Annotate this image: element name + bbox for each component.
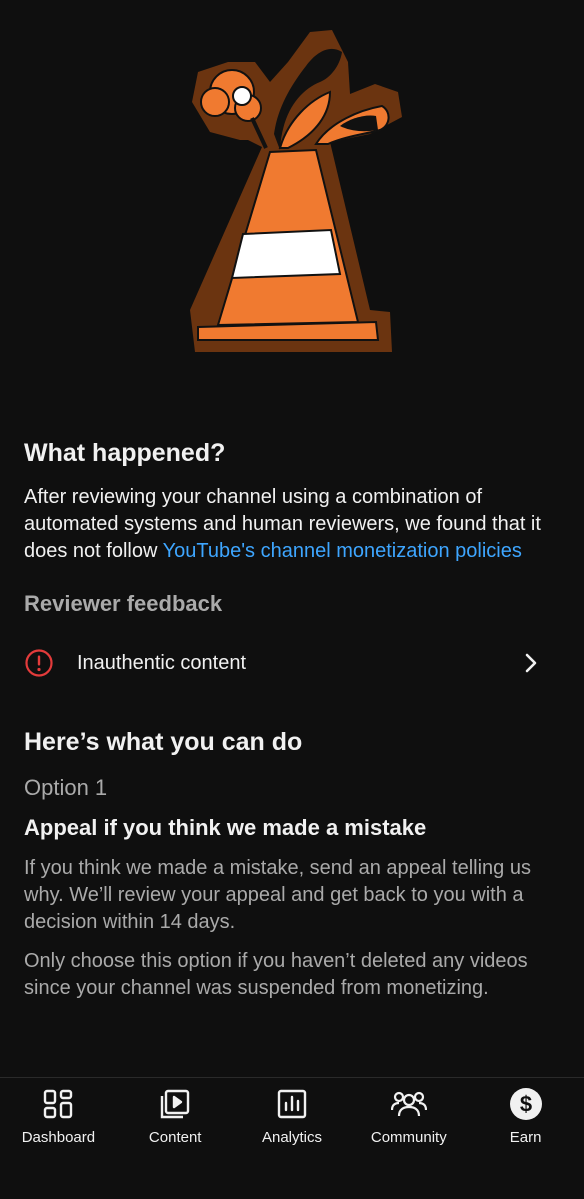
option-note: Only choose this option if you haven’t d… — [24, 950, 528, 999]
nav-label-analytics: Analytics — [261, 1129, 322, 1146]
chevron-right-icon — [522, 651, 542, 675]
analytics-icon — [274, 1086, 310, 1122]
nav-item-dashboard[interactable]: Dashboard — [0, 1078, 117, 1199]
nav-label-earn: Earn — [509, 1129, 542, 1146]
monetization-policies-link[interactable]: YouTube's channel monetization policies — [163, 540, 522, 562]
nav-label-dashboard: Dashboard — [21, 1129, 96, 1146]
alert-circle-icon — [24, 648, 54, 678]
bottom-navigation: Dashboard Content Analytics Community $ … — [0, 1077, 584, 1199]
dashboard-icon — [40, 1086, 76, 1122]
main-content: What happened? After reviewing your chan… — [24, 436, 560, 1002]
option-title: Appeal if you think we made a mistake — [24, 815, 427, 840]
feedback-item-label: Inauthentic content — [77, 651, 247, 674]
nav-item-content[interactable]: Content — [117, 1078, 234, 1199]
option-label: Option 1 — [24, 775, 108, 800]
nav-item-analytics[interactable]: Analytics — [234, 1078, 351, 1199]
content-icon — [157, 1086, 193, 1122]
nav-item-community[interactable]: Community — [350, 1078, 467, 1199]
what-you-can-do-title: Here’s what you can do — [24, 728, 303, 756]
what-happened-body: After reviewing your channel using a com… — [24, 484, 560, 565]
traffic-cone-illustration — [190, 30, 402, 352]
nav-label-content: Content — [148, 1129, 202, 1146]
feedback-item-inauthentic-content[interactable]: Inauthentic content — [24, 635, 560, 691]
nav-label-community: Community — [370, 1129, 447, 1146]
what-happened-title: What happened? — [24, 439, 226, 467]
app-screen: What happened? After reviewing your chan… — [0, 0, 584, 1199]
svg-text:$: $ — [519, 1092, 531, 1117]
reviewer-feedback-title: Reviewer feedback — [24, 591, 223, 616]
option-description: If you think we made a mistake, send an … — [24, 857, 531, 933]
earn-icon: $ — [508, 1086, 544, 1122]
community-icon — [390, 1086, 427, 1122]
nav-item-earn[interactable]: $ Earn — [467, 1078, 584, 1199]
